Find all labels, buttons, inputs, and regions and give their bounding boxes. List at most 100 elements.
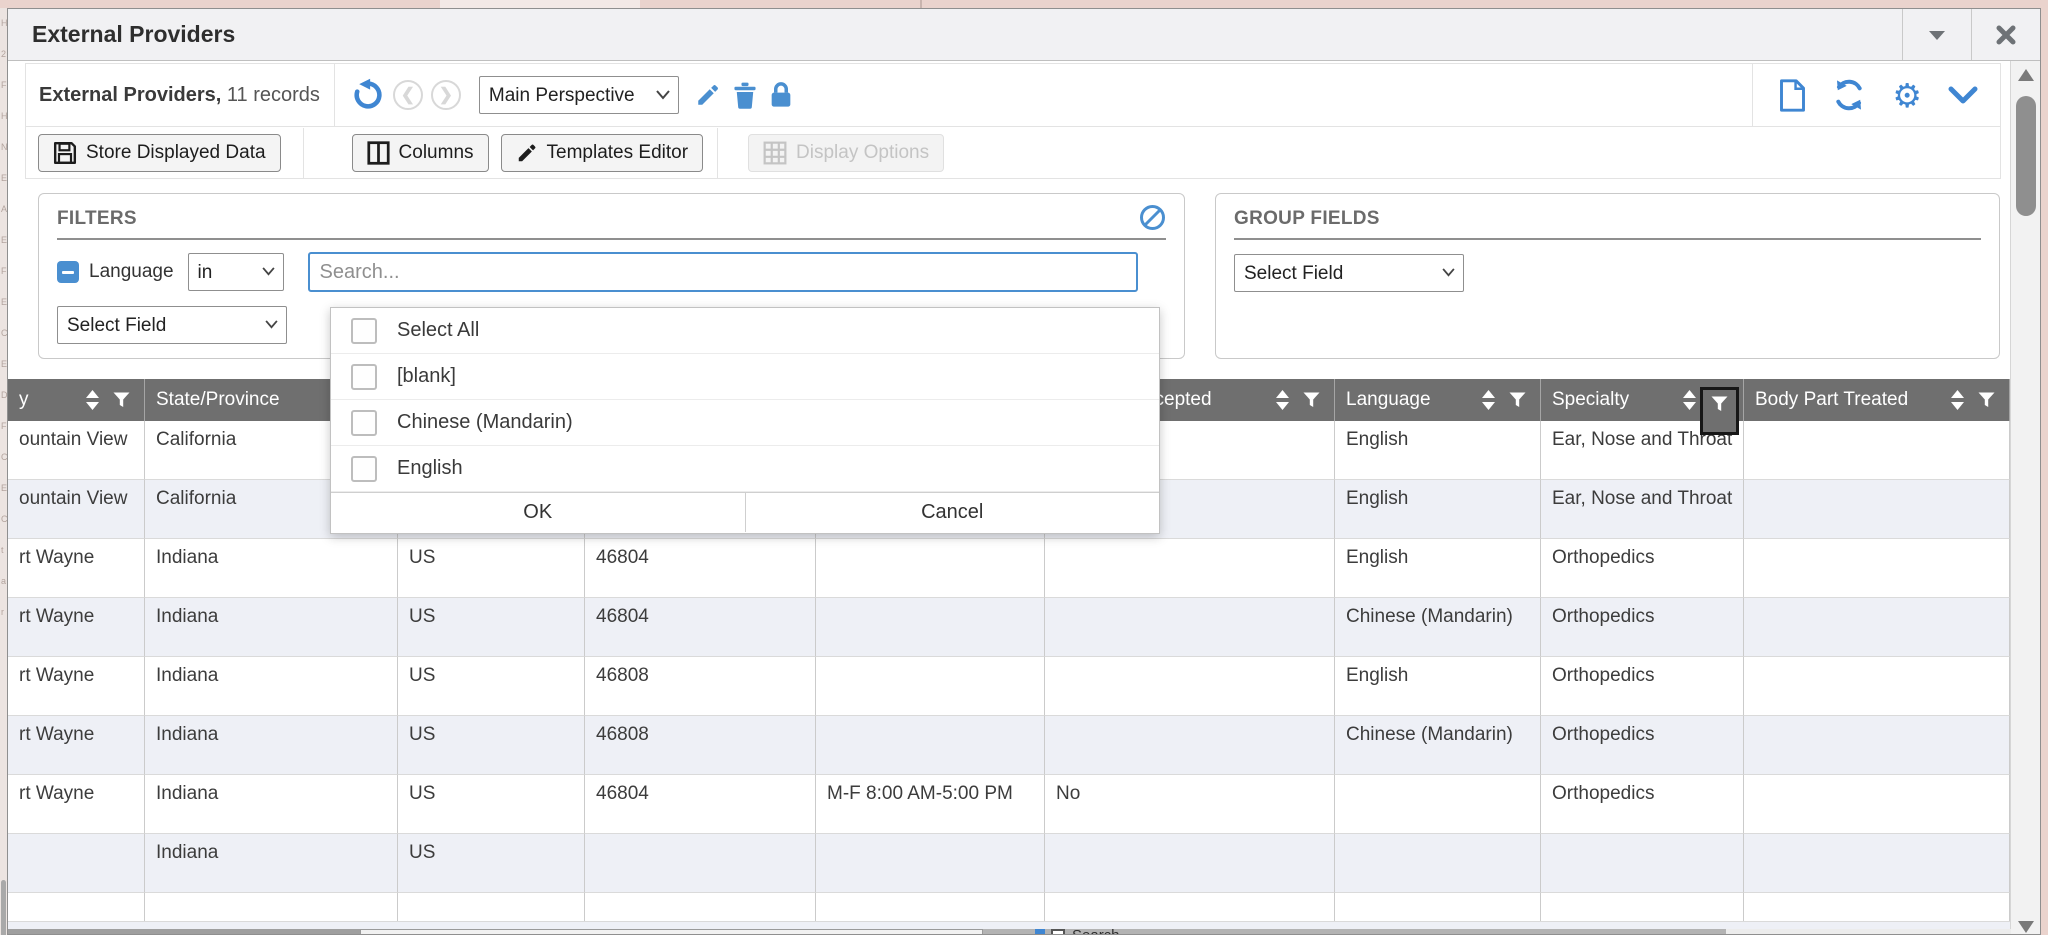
refresh-button[interactable] bbox=[1832, 79, 1866, 111]
table-cell[interactable]: Orthopedics bbox=[1541, 716, 1744, 775]
table-cell[interactable]: English bbox=[1335, 480, 1541, 539]
dropdown-option[interactable]: [blank] bbox=[331, 354, 1159, 400]
option-checkbox[interactable] bbox=[351, 456, 377, 482]
table-row[interactable]: rt WayneIndianaUS46804EnglishOrthopedics bbox=[8, 539, 2011, 598]
table-cell[interactable]: No bbox=[1045, 775, 1335, 834]
option-checkbox[interactable] bbox=[351, 364, 377, 390]
filter-button-focused[interactable] bbox=[1700, 387, 1739, 435]
scroll-up-arrow[interactable] bbox=[2018, 69, 2034, 81]
table-cell[interactable]: US bbox=[398, 716, 585, 775]
settings-button[interactable]: ⚙ bbox=[1892, 79, 1922, 112]
filter-button[interactable] bbox=[107, 388, 136, 412]
option-checkbox[interactable] bbox=[351, 318, 377, 344]
table-cell[interactable]: rt Wayne bbox=[8, 539, 145, 598]
table-cell[interactable]: Indiana bbox=[145, 598, 398, 657]
table-cell[interactable]: rt Wayne bbox=[8, 716, 145, 775]
table-cell[interactable] bbox=[1045, 716, 1335, 775]
table-cell[interactable] bbox=[1045, 598, 1335, 657]
filter-button[interactable] bbox=[1503, 388, 1532, 412]
table-cell[interactable]: US bbox=[398, 539, 585, 598]
table-cell[interactable]: Ear, Nose and Throat bbox=[1541, 480, 1744, 539]
sort-button[interactable] bbox=[1950, 389, 1965, 411]
columns-button[interactable]: Columns bbox=[352, 134, 489, 172]
collapse-panel-button[interactable] bbox=[1948, 86, 1978, 104]
table-cell[interactable]: 46808 bbox=[585, 657, 816, 716]
templates-editor-button[interactable]: Templates Editor bbox=[501, 134, 704, 172]
store-displayed-data-button[interactable]: Store Displayed Data bbox=[38, 134, 281, 172]
table-row[interactable]: rt WayneIndianaUS46804M-F 8:00 AM-5:00 P… bbox=[8, 775, 2011, 834]
filter-icon[interactable] bbox=[1711, 396, 1728, 412]
filter-icon[interactable] bbox=[113, 392, 130, 408]
history-back-button[interactable]: ❮ bbox=[393, 80, 423, 110]
vertical-scrollbar[interactable] bbox=[2010, 61, 2040, 934]
table-cell[interactable]: US bbox=[398, 775, 585, 834]
table-cell[interactable]: M-F 8:00 AM-5:00 PM bbox=[816, 775, 1045, 834]
filter-operator-select[interactable]: in bbox=[188, 253, 284, 291]
table-row[interactable]: rt WayneIndianaUS46808 EnglishOrthopedics bbox=[8, 657, 2011, 716]
table-cell[interactable]: rt Wayne bbox=[8, 775, 145, 834]
table-cell[interactable] bbox=[816, 539, 1045, 598]
table-cell[interactable] bbox=[816, 657, 1045, 716]
table-row[interactable]: rt WayneIndianaUS46804Chinese (Mandarin)… bbox=[8, 598, 2011, 657]
table-cell[interactable] bbox=[585, 834, 816, 893]
filter-search-input[interactable] bbox=[308, 252, 1138, 292]
table-cell[interactable]: US bbox=[398, 657, 585, 716]
table-cell[interactable]: 46804 bbox=[585, 598, 816, 657]
table-cell[interactable] bbox=[1744, 480, 2010, 539]
filter-icon[interactable] bbox=[1509, 392, 1526, 408]
table-cell[interactable] bbox=[1541, 834, 1744, 893]
table-cell[interactable]: 46804 bbox=[585, 539, 816, 598]
table-cell[interactable]: Indiana bbox=[145, 716, 398, 775]
filter-icon[interactable] bbox=[1978, 392, 1995, 408]
undo-button[interactable] bbox=[351, 78, 385, 112]
table-cell[interactable] bbox=[1744, 421, 2010, 480]
table-cell[interactable] bbox=[1744, 539, 2010, 598]
table-cell[interactable]: Orthopedics bbox=[1541, 657, 1744, 716]
sort-button[interactable] bbox=[1481, 389, 1496, 411]
table-cell[interactable]: ountain View bbox=[8, 480, 145, 539]
table-row[interactable]: rt WayneIndianaUS46808 Chinese (Mandarin)… bbox=[8, 716, 2011, 775]
table-cell[interactable]: Chinese (Mandarin) bbox=[1335, 716, 1541, 775]
filter-icon[interactable] bbox=[1303, 392, 1320, 408]
table-cell[interactable]: rt Wayne bbox=[8, 657, 145, 716]
column-header[interactable]: Specialty bbox=[1541, 379, 1744, 421]
column-header[interactable]: Language bbox=[1335, 379, 1541, 421]
table-cell[interactable] bbox=[816, 598, 1045, 657]
sort-button[interactable] bbox=[1275, 389, 1290, 411]
scrollbar-thumb[interactable] bbox=[2016, 96, 2036, 216]
sort-icon[interactable] bbox=[1481, 389, 1496, 411]
delete-perspective-button[interactable] bbox=[733, 82, 757, 109]
table-cell[interactable]: Orthopedics bbox=[1541, 775, 1744, 834]
table-cell[interactable]: English bbox=[1335, 421, 1541, 480]
sort-icon[interactable] bbox=[1950, 389, 1965, 411]
table-cell[interactable]: Orthopedics bbox=[1541, 539, 1744, 598]
table-cell[interactable] bbox=[1744, 834, 2010, 893]
table-cell[interactable]: Indiana bbox=[145, 657, 398, 716]
table-cell[interactable]: Indiana bbox=[145, 834, 398, 893]
table-cell[interactable]: 46808 bbox=[585, 716, 816, 775]
table-cell[interactable] bbox=[1744, 657, 2010, 716]
table-cell[interactable]: Orthopedics bbox=[1541, 598, 1744, 657]
table-cell[interactable]: English bbox=[1335, 657, 1541, 716]
group-field-select[interactable]: Select Field bbox=[1234, 254, 1464, 292]
table-cell[interactable]: English bbox=[1335, 539, 1541, 598]
new-document-button[interactable] bbox=[1779, 79, 1806, 112]
table-cell[interactable]: US bbox=[398, 598, 585, 657]
scroll-down-arrow[interactable] bbox=[2018, 921, 2034, 933]
perspective-select[interactable]: Main Perspective bbox=[479, 76, 679, 114]
table-row[interactable]: IndianaUS bbox=[8, 834, 2011, 893]
sort-button[interactable] bbox=[85, 389, 100, 411]
dropdown-option[interactable]: Chinese (Mandarin) bbox=[331, 400, 1159, 446]
sort-icon[interactable] bbox=[1682, 389, 1697, 411]
table-cell[interactable] bbox=[1045, 539, 1335, 598]
horizontal-scrollbar-thumb[interactable] bbox=[8, 929, 360, 934]
filter-button[interactable] bbox=[1972, 388, 2001, 412]
option-checkbox[interactable] bbox=[351, 410, 377, 436]
table-cell[interactable]: US bbox=[398, 834, 585, 893]
filter-enabled-checkbox[interactable] bbox=[57, 261, 79, 283]
table-cell[interactable]: ountain View bbox=[8, 421, 145, 480]
dropdown-cancel-button[interactable]: Cancel bbox=[746, 493, 1160, 532]
edit-perspective-button[interactable] bbox=[695, 82, 721, 108]
add-filter-field-select[interactable]: Select Field bbox=[57, 306, 287, 344]
lock-perspective-button[interactable] bbox=[769, 81, 793, 109]
